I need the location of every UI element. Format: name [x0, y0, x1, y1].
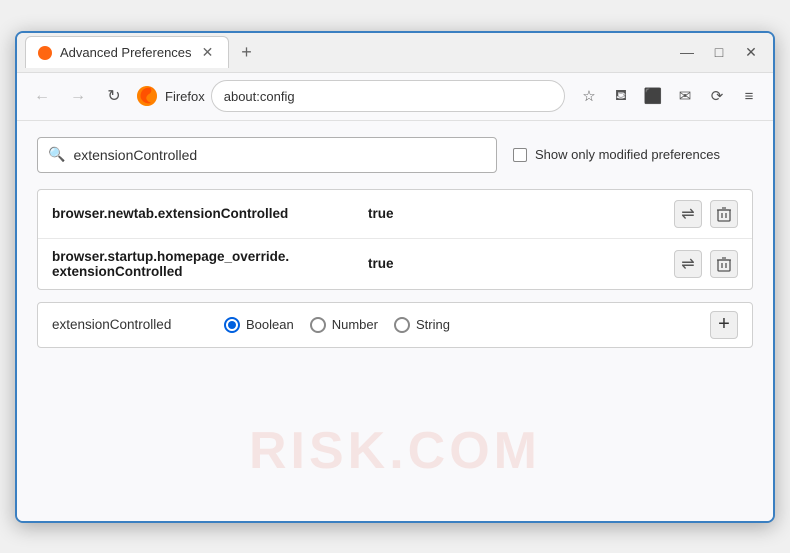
browser-window: Advanced Preferences ✕ + — □ ✕ ← → ↻ Fir…	[15, 31, 775, 523]
add-preference-button[interactable]: +	[710, 311, 738, 339]
pref-name-2: browser.startup.homepage_override. exten…	[52, 249, 352, 279]
results-table: browser.newtab.extensionControlled true …	[37, 189, 753, 290]
menu-button[interactable]: ≡	[735, 82, 763, 110]
firefox-brand-label: Firefox	[165, 89, 205, 104]
maximize-button[interactable]: □	[705, 38, 733, 66]
show-modified-label[interactable]: Show only modified preferences	[513, 147, 720, 162]
table-row[interactable]: browser.newtab.extensionControlled true …	[38, 190, 752, 239]
radio-number-label: Number	[332, 317, 378, 332]
address-text: about:config	[224, 89, 295, 104]
new-tab-button[interactable]: +	[233, 38, 261, 66]
bookmark-button[interactable]: ☆	[575, 82, 603, 110]
show-modified-text: Show only modified preferences	[535, 147, 720, 162]
radio-number[interactable]: Number	[310, 317, 378, 333]
search-input-value[interactable]: extensionControlled	[73, 147, 197, 163]
watermark: RISK.COM	[249, 421, 541, 481]
minimize-button[interactable]: —	[673, 38, 701, 66]
delete-button-2[interactable]	[710, 250, 738, 278]
pref-value-1: true	[368, 206, 394, 221]
add-preference-row: extensionControlled Boolean Number Strin…	[37, 302, 753, 348]
tab-close-button[interactable]: ✕	[200, 45, 216, 61]
radio-number-circle[interactable]	[310, 317, 326, 333]
toggle-button-2[interactable]: ⇌	[674, 250, 702, 278]
navigation-bar: ← → ↻ Firefox about:config ☆ ⛾ ⬛ ✉ ⟳ ≡	[17, 73, 773, 121]
content-area: RISK.COM 🔍 extensionControlled Show only…	[17, 121, 773, 521]
radio-string-label: String	[416, 317, 450, 332]
firefox-logo-icon	[135, 84, 159, 108]
radio-boolean-circle[interactable]	[224, 317, 240, 333]
show-modified-checkbox[interactable]	[513, 148, 527, 162]
type-radio-group: Boolean Number String	[224, 317, 698, 333]
radio-boolean[interactable]: Boolean	[224, 317, 294, 333]
browser-tab[interactable]: Advanced Preferences ✕	[25, 36, 229, 68]
toggle-button-1[interactable]: ⇌	[674, 200, 702, 228]
new-pref-name-label: extensionControlled	[52, 317, 212, 332]
radio-string[interactable]: String	[394, 317, 450, 333]
search-section: 🔍 extensionControlled Show only modified…	[37, 137, 753, 173]
pref-value-2: true	[368, 256, 394, 271]
radio-string-circle[interactable]	[394, 317, 410, 333]
delete-button-1[interactable]	[710, 200, 738, 228]
window-controls: — □ ✕	[673, 38, 765, 66]
sync-button[interactable]: ⟳	[703, 82, 731, 110]
tab-title: Advanced Preferences	[60, 45, 192, 60]
row-actions-2: ⇌	[674, 250, 738, 278]
close-window-button[interactable]: ✕	[737, 38, 765, 66]
preference-search-bar[interactable]: 🔍 extensionControlled	[37, 137, 497, 173]
reload-button[interactable]: ↻	[99, 81, 129, 111]
address-bar[interactable]: about:config	[211, 80, 565, 112]
forward-button[interactable]: →	[63, 81, 93, 111]
trash-icon	[717, 206, 731, 222]
table-row[interactable]: browser.startup.homepage_override. exten…	[38, 239, 752, 289]
tab-favicon	[38, 46, 52, 60]
search-icon: 🔍	[48, 146, 65, 163]
pref-name-1: browser.newtab.extensionControlled	[52, 206, 352, 221]
back-button[interactable]: ←	[27, 81, 57, 111]
nav-icon-group: ☆ ⛾ ⬛ ✉ ⟳ ≡	[575, 82, 763, 110]
row-actions-1: ⇌	[674, 200, 738, 228]
radio-boolean-label: Boolean	[246, 317, 294, 332]
profile-button[interactable]: ✉	[671, 82, 699, 110]
extension-button[interactable]: ⬛	[639, 82, 667, 110]
pocket-button[interactable]: ⛾	[607, 82, 635, 110]
title-bar: Advanced Preferences ✕ + — □ ✕	[17, 33, 773, 73]
trash-icon	[717, 256, 731, 272]
